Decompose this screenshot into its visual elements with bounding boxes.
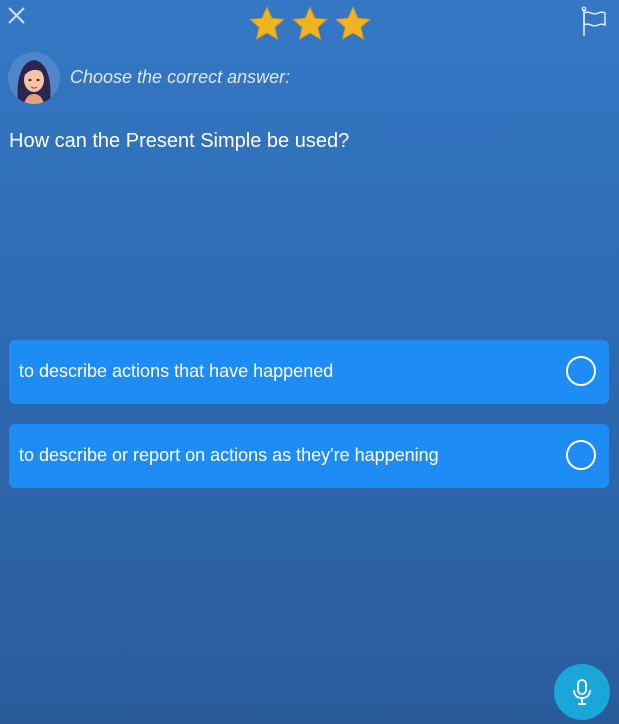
star-icon: [292, 6, 328, 41]
report-flag-button[interactable]: [580, 6, 608, 38]
answer-radio[interactable]: [566, 356, 596, 386]
teacher-avatar-icon: [8, 52, 60, 104]
question-text: How can the Present Simple be used?: [9, 130, 350, 152]
answer-option-1[interactable]: to describe actions that have happened: [9, 340, 609, 404]
answer-radio[interactable]: [566, 440, 596, 470]
answer-option-label: to describe actions that have happened: [19, 361, 334, 381]
answer-option-2[interactable]: to describe or report on actions as they…: [9, 424, 609, 488]
avatar: [8, 52, 60, 104]
star-rating: [248, 5, 372, 45]
close-button[interactable]: [6, 5, 28, 27]
star-icon: [335, 6, 371, 41]
microphone-icon: [573, 679, 591, 705]
star-icon: [249, 6, 285, 41]
instruction-text: Choose the correct answer:: [70, 67, 291, 87]
flag-icon: [581, 6, 606, 36]
microphone-button[interactable]: [554, 664, 610, 720]
close-icon: [8, 7, 25, 24]
answer-option-label: to describe or report on actions as they…: [19, 445, 439, 465]
